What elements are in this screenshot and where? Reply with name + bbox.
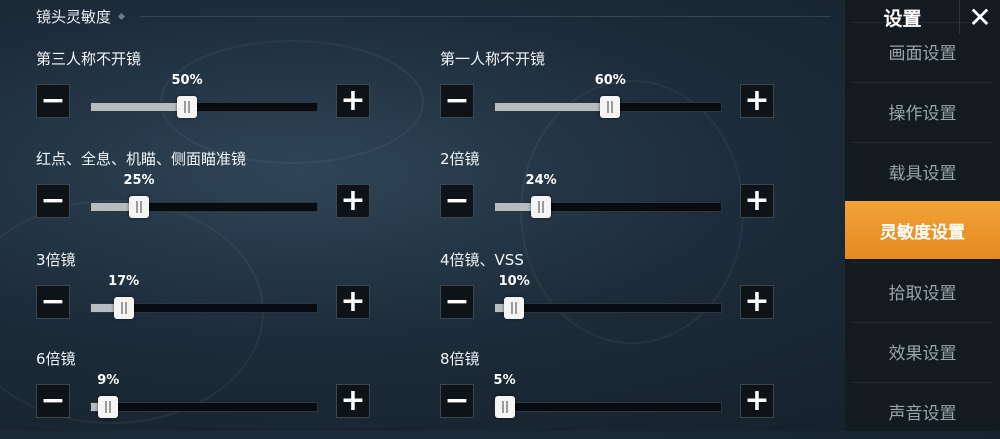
menu-item-pickup[interactable]: 拾取设置 xyxy=(851,262,994,319)
divider xyxy=(140,16,831,17)
sensitivity-slider[interactable]: 5% xyxy=(494,373,722,418)
slider-value: 60% xyxy=(594,73,626,88)
sensitivity-slider[interactable]: 17% xyxy=(90,274,318,319)
slider-thumb[interactable] xyxy=(113,297,134,319)
menu-item-controls[interactable]: 操作设置 xyxy=(851,82,994,139)
slider-thumb[interactable] xyxy=(129,196,150,218)
setting-label: 3倍镜 xyxy=(36,251,76,269)
setting-label: 红点、全息、机瞄、侧面瞄准镜 xyxy=(36,150,247,168)
sensitivity-slider[interactable]: 60% xyxy=(494,73,722,118)
increase-button[interactable]: + xyxy=(740,184,774,218)
setting-6x-scope: 6倍镜 − 9% + xyxy=(36,348,376,428)
setting-label: 6倍镜 xyxy=(36,350,76,368)
slider-fill xyxy=(495,103,611,111)
increase-button[interactable]: + xyxy=(336,184,370,218)
slider-value: 25% xyxy=(123,173,155,188)
setting-8x-scope: 8倍镜 − 5% + xyxy=(440,348,780,428)
slider-fill xyxy=(91,103,188,111)
menu-item-sensitivity[interactable]: 灵敏度设置 xyxy=(845,201,1000,259)
increase-button[interactable]: + xyxy=(740,384,774,418)
settings-sidebar: 设置 ✕ 画面设置 操作设置 载具设置 灵敏度设置 拾取设置 效果设置 声音设置 xyxy=(845,0,1000,431)
setting-2x-scope: 2倍镜 − 24% + xyxy=(440,148,780,228)
menu-item-display[interactable]: 画面设置 xyxy=(851,22,994,79)
decrease-button[interactable]: − xyxy=(36,84,70,118)
increase-button[interactable]: + xyxy=(336,285,370,319)
slider-value: 50% xyxy=(171,73,203,88)
slider-value: 17% xyxy=(108,274,140,289)
slider-thumb[interactable] xyxy=(531,196,552,218)
section-title: 镜头灵敏度 xyxy=(36,6,126,27)
menu-item-audio[interactable]: 声音设置 xyxy=(851,382,994,439)
decrease-button[interactable]: − xyxy=(440,384,474,418)
decrease-button[interactable]: − xyxy=(440,184,474,218)
menu-item-effects[interactable]: 效果设置 xyxy=(851,322,994,379)
setting-label: 第一人称不开镜 xyxy=(440,50,546,68)
slider-thumb[interactable] xyxy=(98,396,119,418)
decrease-button[interactable]: − xyxy=(36,184,70,218)
slider-thumb[interactable] xyxy=(494,396,515,418)
setting-first-person: 第一人称不开镜 − 60% + xyxy=(440,48,780,128)
setting-label: 4倍镜、VSS xyxy=(440,251,524,269)
slider-value: 10% xyxy=(498,274,530,289)
decrease-button[interactable]: − xyxy=(36,285,70,319)
slider-value: 24% xyxy=(525,173,557,188)
setting-label: 8倍镜 xyxy=(440,350,480,368)
setting-label: 2倍镜 xyxy=(440,150,480,168)
sensitivity-slider[interactable]: 10% xyxy=(494,274,722,319)
increase-button[interactable]: + xyxy=(336,84,370,118)
sensitivity-slider[interactable]: 25% xyxy=(90,173,318,218)
slider-thumb[interactable] xyxy=(177,96,198,118)
slider-value: 5% xyxy=(493,373,516,388)
slider-thumb[interactable] xyxy=(600,96,621,118)
increase-button[interactable]: + xyxy=(740,84,774,118)
increase-button[interactable]: + xyxy=(740,285,774,319)
setting-red-dot: 红点、全息、机瞄、侧面瞄准镜 − 25% + xyxy=(36,148,376,228)
increase-button[interactable]: + xyxy=(336,384,370,418)
setting-4x-scope: 4倍镜、VSS − 10% + xyxy=(440,249,780,329)
decrease-button[interactable]: − xyxy=(440,285,474,319)
sensitivity-slider[interactable]: 50% xyxy=(90,73,318,118)
decrease-button[interactable]: − xyxy=(36,384,70,418)
sensitivity-slider[interactable]: 24% xyxy=(494,173,722,218)
setting-third-person: 第三人称不开镜 − 50% + xyxy=(36,48,376,128)
setting-label: 第三人称不开镜 xyxy=(36,50,142,68)
sensitivity-slider[interactable]: 9% xyxy=(90,373,318,418)
slider-thumb[interactable] xyxy=(504,297,525,319)
slider-value: 9% xyxy=(97,373,120,388)
settings-panel: 镜头灵敏度 第三人称不开镜 − 50% + 第一人称不开镜 − 60% + 红点… xyxy=(0,0,845,431)
diamond-icon xyxy=(117,12,126,21)
decrease-button[interactable]: − xyxy=(440,84,474,118)
menu-item-vehicle[interactable]: 载具设置 xyxy=(851,142,994,199)
setting-3x-scope: 3倍镜 − 17% + xyxy=(36,249,376,329)
